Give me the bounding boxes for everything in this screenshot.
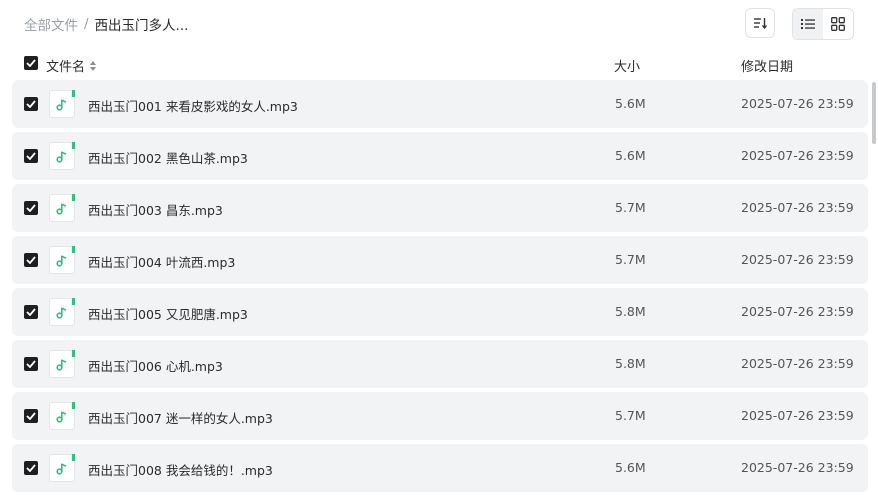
- sort-button[interactable]: [745, 8, 775, 38]
- file-checkbox[interactable]: [24, 305, 38, 319]
- file-checkbox[interactable]: [24, 409, 38, 423]
- music-note-icon: [56, 358, 67, 371]
- file-modified-date: 2025-07-26 23:59: [741, 252, 854, 267]
- checkmark-icon: [26, 204, 36, 212]
- column-header-name[interactable]: 文件名: [46, 56, 97, 75]
- file-modified-date: 2025-07-26 23:59: [741, 96, 854, 111]
- file-checkbox[interactable]: [24, 97, 38, 111]
- file-checkbox[interactable]: [24, 149, 38, 163]
- file-modified-date: 2025-07-26 23:59: [741, 148, 854, 163]
- sort-toggle-icon: [90, 60, 97, 71]
- file-modified-date: 2025-07-26 23:59: [741, 460, 854, 475]
- file-checkbox[interactable]: [24, 461, 38, 475]
- column-header-modified[interactable]: 修改日期: [741, 56, 793, 75]
- breadcrumb-separator: /: [84, 16, 89, 32]
- music-note-icon: [56, 98, 67, 111]
- list-view-icon: [801, 19, 815, 29]
- file-size: 5.7M: [615, 252, 646, 267]
- audio-file-icon: [49, 90, 75, 118]
- file-name[interactable]: 西出玉门001 来看皮影戏的女人.mp3: [88, 96, 298, 115]
- file-row[interactable]: 西出玉门004 叶流西.mp3 5.7M 2025-07-26 23:59: [12, 236, 868, 284]
- audio-file-icon: [49, 194, 75, 222]
- select-all-checkbox[interactable]: [24, 56, 38, 70]
- file-icon-accent: [72, 454, 75, 461]
- file-row[interactable]: 西出玉门008 我会给钱的！.mp3 5.6M 2025-07-26 23:59: [12, 444, 868, 492]
- breadcrumb-root-link[interactable]: 全部文件: [24, 14, 78, 34]
- file-browser: 全部文件 / 西出玉门多人... 文件名 大小 修改日期 西出玉门001 来看皮…: [0, 0, 878, 495]
- file-name[interactable]: 西出玉门006 心机.mp3: [88, 356, 223, 375]
- audio-file-icon: [49, 402, 75, 430]
- file-checkbox[interactable]: [24, 201, 38, 215]
- file-icon-accent: [72, 246, 75, 253]
- audio-file-icon: [49, 350, 75, 378]
- file-icon-accent: [72, 402, 75, 409]
- checkmark-icon: [26, 412, 36, 420]
- file-checkbox[interactable]: [24, 357, 38, 371]
- audio-file-icon: [49, 454, 75, 482]
- file-size: 5.6M: [615, 460, 646, 475]
- file-name[interactable]: 西出玉门004 叶流西.mp3: [88, 252, 235, 271]
- file-size: 5.8M: [615, 356, 646, 371]
- audio-file-icon: [49, 298, 75, 326]
- file-size: 5.7M: [615, 408, 646, 423]
- music-note-icon: [56, 462, 67, 475]
- file-modified-date: 2025-07-26 23:59: [741, 408, 854, 423]
- checkmark-icon: [26, 308, 36, 316]
- breadcrumb: 全部文件 / 西出玉门多人...: [24, 14, 188, 34]
- file-icon-accent: [72, 142, 75, 149]
- sort-icon: [754, 18, 768, 30]
- file-row[interactable]: 西出玉门005 又见肥唐.mp3 5.8M 2025-07-26 23:59: [12, 288, 868, 336]
- audio-file-icon: [49, 142, 75, 170]
- file-modified-date: 2025-07-26 23:59: [741, 200, 854, 215]
- grid-view-icon: [831, 17, 845, 31]
- file-size: 5.8M: [615, 304, 646, 319]
- music-note-icon: [56, 254, 67, 267]
- breadcrumb-current-folder: 西出玉门多人...: [94, 18, 189, 34]
- checkmark-icon: [26, 100, 36, 108]
- view-mode-switch: [792, 8, 854, 40]
- file-row[interactable]: 西出玉门001 来看皮影戏的女人.mp3 5.6M 2025-07-26 23:…: [12, 80, 868, 128]
- column-header-size[interactable]: 大小: [614, 56, 640, 75]
- music-note-icon: [56, 306, 67, 319]
- grid-view-button[interactable]: [823, 9, 853, 39]
- music-note-icon: [56, 150, 67, 163]
- file-icon-accent: [72, 350, 75, 357]
- file-modified-date: 2025-07-26 23:59: [741, 356, 854, 371]
- file-row[interactable]: 西出玉门007 迷一样的女人.mp3 5.7M 2025-07-26 23:59: [12, 392, 868, 440]
- file-list: 西出玉门001 来看皮影戏的女人.mp3 5.6M 2025-07-26 23:…: [12, 80, 868, 495]
- checkmark-icon: [26, 464, 36, 472]
- file-row[interactable]: 西出玉门002 黑色山茶.mp3 5.6M 2025-07-26 23:59: [12, 132, 868, 180]
- checkmark-icon: [26, 256, 36, 264]
- file-name[interactable]: 西出玉门008 我会给钱的！.mp3: [88, 460, 273, 479]
- file-row[interactable]: 西出玉门006 心机.mp3 5.8M 2025-07-26 23:59: [12, 340, 868, 388]
- file-icon-accent: [72, 298, 75, 305]
- file-name[interactable]: 西出玉门002 黑色山茶.mp3: [88, 148, 248, 167]
- file-row[interactable]: 西出玉门003 昌东.mp3 5.7M 2025-07-26 23:59: [12, 184, 868, 232]
- list-view-button[interactable]: [793, 9, 823, 39]
- file-icon-accent: [72, 90, 75, 97]
- checkmark-icon: [26, 360, 36, 368]
- audio-file-icon: [49, 246, 75, 274]
- file-name[interactable]: 西出玉门007 迷一样的女人.mp3: [88, 408, 273, 427]
- file-size: 5.6M: [615, 96, 646, 111]
- checkmark-icon: [26, 59, 36, 67]
- file-name[interactable]: 西出玉门005 又见肥唐.mp3: [88, 304, 248, 323]
- file-modified-date: 2025-07-26 23:59: [741, 304, 854, 319]
- file-name[interactable]: 西出玉门003 昌东.mp3: [88, 200, 223, 219]
- checkmark-icon: [26, 152, 36, 160]
- column-header-name-label: 文件名: [46, 60, 86, 75]
- file-icon-accent: [72, 194, 75, 201]
- file-checkbox[interactable]: [24, 253, 38, 267]
- music-note-icon: [56, 202, 67, 215]
- file-size: 5.7M: [615, 200, 646, 215]
- file-size: 5.6M: [615, 148, 646, 163]
- music-note-icon: [56, 410, 67, 423]
- table-header: 文件名 大小 修改日期: [0, 52, 878, 76]
- scrollbar-thumb[interactable]: [872, 82, 876, 144]
